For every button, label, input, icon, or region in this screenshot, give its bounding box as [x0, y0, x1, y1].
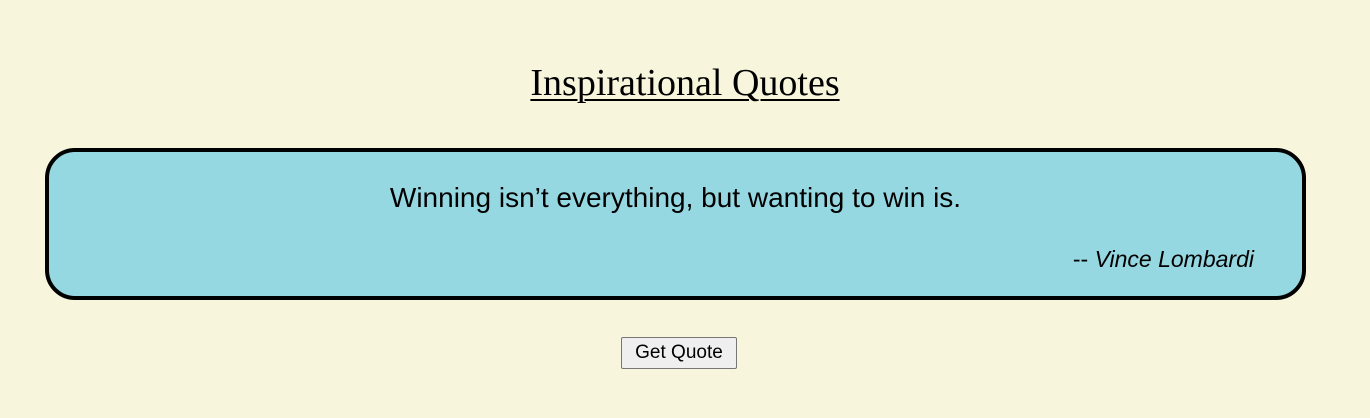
quote-card: Winning isn’t everything, but wanting to…	[45, 148, 1306, 300]
author-prefix: --	[1072, 246, 1089, 272]
quote-author: Vince Lombardi	[1094, 246, 1254, 272]
quote-author-line: -- Vince Lombardi	[1073, 245, 1254, 273]
quote-text: Winning isn’t everything, but wanting to…	[389, 182, 962, 213]
page-title: Inspirational Quotes	[530, 62, 840, 104]
get-quote-button[interactable]: Get Quote	[621, 337, 737, 369]
